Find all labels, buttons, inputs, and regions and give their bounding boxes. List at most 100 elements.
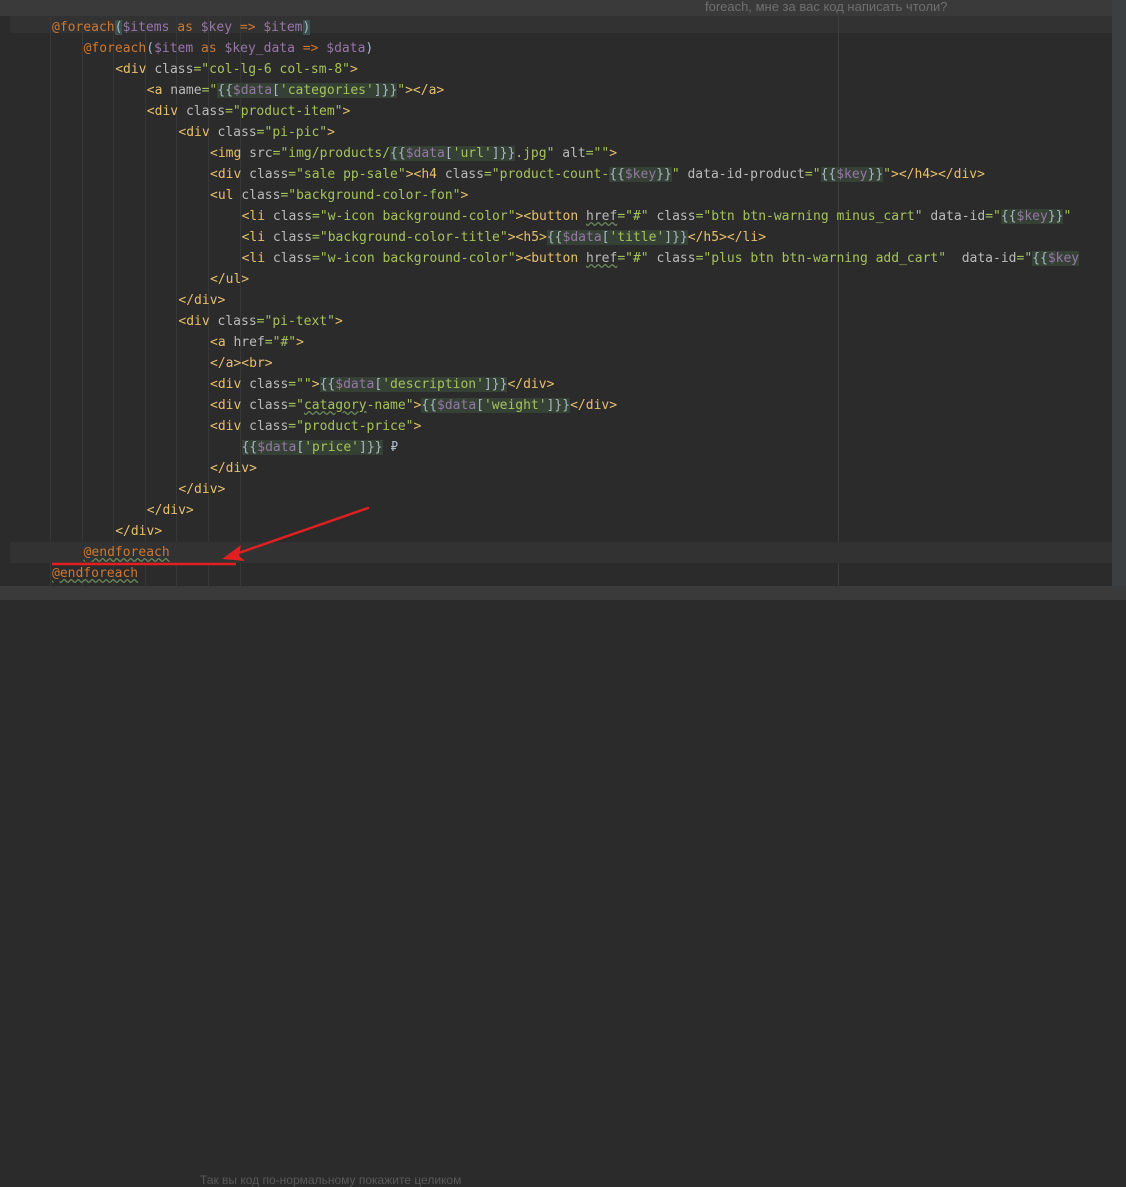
code-token: class — [185, 104, 226, 119]
code-token: <div — [115, 62, 155, 77]
code-token: {{ — [319, 377, 336, 392]
code-line[interactable]: </div> — [10, 479, 225, 500]
code-token: ="w-icon background-color" — [312, 251, 516, 266]
code-line[interactable]: <div class="pi-text"> — [10, 311, 343, 332]
code-line[interactable]: @endforeach — [10, 563, 138, 584]
code-line[interactable]: @endforeach — [10, 542, 1112, 563]
code-token: ></h4></div> — [891, 167, 985, 182]
code-token: > — [311, 377, 320, 392]
code-token: </div> — [178, 293, 226, 308]
code-token: href — [586, 251, 618, 266]
code-line[interactable]: @foreach($items as $key => $item) — [10, 17, 311, 38]
code-line[interactable]: <li class="w-icon background-color"><but… — [10, 206, 1071, 227]
code-token: class — [154, 62, 194, 77]
code-editor[interactable]: @foreach($items as $key => $item) @foreac… — [10, 16, 1112, 586]
code-token: ="pi-pic" — [256, 125, 328, 140]
code-token: 'description' — [382, 377, 484, 392]
code-line[interactable]: <div class="sale pp-sale"><h4 class="pro… — [10, 164, 985, 185]
code-token: href — [586, 209, 618, 224]
code-token: <div — [210, 398, 250, 413]
code-token: class — [241, 188, 281, 203]
code-line[interactable]: <li class="w-icon background-color"><but… — [10, 248, 1080, 269]
code-line[interactable]: <a href="#"> — [10, 332, 304, 353]
code-token: </h5></li> — [687, 230, 767, 245]
code-token: <li — [241, 209, 273, 224]
code-token: ="background-color-title" — [312, 230, 508, 245]
code-line[interactable]: <div class="product-item"> — [10, 101, 351, 122]
code-token: ]}} — [483, 377, 508, 392]
code-line[interactable]: </div> — [10, 458, 257, 479]
code-token: data-id-product — [679, 167, 805, 182]
code-token: </div> — [570, 398, 618, 413]
code-token: </div> — [507, 377, 555, 392]
code-token: $key_data — [224, 41, 295, 56]
code-token: data-id — [922, 209, 986, 224]
code-token: <li — [241, 230, 273, 245]
code-line[interactable]: <div class="col-lg-6 col-sm-8"> — [10, 59, 358, 80]
code-token: <ul — [210, 188, 242, 203]
code-token: > — [334, 314, 343, 329]
code-line[interactable]: <a name="{{$data['categories']}}"></a> — [10, 80, 444, 101]
code-line[interactable]: <div class="catagory-name">{{$data['weig… — [10, 395, 617, 416]
code-token: }} — [656, 167, 672, 182]
code-token: $item — [263, 20, 303, 35]
code-token: ="product-item" — [225, 104, 343, 119]
code-token: <div — [210, 377, 250, 392]
code-token: ="background-color-fon" — [280, 188, 461, 203]
code-token: [ — [476, 398, 484, 413]
code-line[interactable]: <img src="img/products/{{$data['url']}}.… — [10, 143, 617, 164]
code-line[interactable]: <ul class="background-color-fon"> — [10, 185, 468, 206]
code-line[interactable]: <div class="pi-pic"> — [10, 122, 335, 143]
code-token: ="plus btn btn-warning add_cart" — [695, 251, 947, 266]
code-line[interactable]: {{$data['price']}} ₽ — [10, 437, 398, 458]
code-token: </ul> — [210, 272, 250, 287]
code-token: ) — [365, 41, 374, 56]
code-token: > — [413, 419, 422, 434]
code-token: => — [294, 41, 327, 56]
code-token: {{ — [1032, 251, 1048, 266]
code-token: =" — [288, 398, 304, 413]
code-token: {{ — [421, 398, 438, 413]
code-line[interactable]: </div> — [10, 521, 162, 542]
code-token: {{ — [390, 146, 406, 161]
code-line[interactable]: </div> — [10, 290, 225, 311]
code-token: 'categories' — [279, 83, 374, 98]
code-line[interactable]: </ul> — [10, 269, 249, 290]
code-token: ) — [302, 20, 311, 35]
code-token: =" — [985, 209, 1001, 224]
code-token: class — [272, 209, 313, 224]
code-line[interactable]: <li class="background-color-title"><h5>{… — [10, 227, 766, 248]
code-token: class — [444, 167, 484, 182]
code-token: class — [217, 125, 257, 140]
code-token: class — [249, 398, 289, 413]
background-chat-text: foreach, мне за вас код написать чтоли? — [705, 0, 948, 14]
code-token: $data — [232, 83, 273, 98]
code-token: ="" — [288, 377, 312, 392]
code-line[interactable]: </div> — [10, 500, 194, 521]
code-line[interactable]: <div class="product-price"> — [10, 416, 421, 437]
code-token: > — [296, 335, 304, 350]
code-token: ]}} — [491, 146, 516, 161]
code-token: <img — [210, 146, 250, 161]
code-token: <li — [241, 251, 273, 266]
code-line[interactable]: </a><br> — [10, 353, 273, 374]
code-token: $data — [335, 377, 375, 392]
code-token: <div — [210, 167, 250, 182]
code-token: ="pi-text" — [256, 314, 335, 329]
code-token: => — [232, 20, 264, 35]
code-token: class — [249, 167, 289, 182]
code-token: ="#" — [617, 251, 649, 266]
code-token: }} — [867, 167, 884, 182]
code-token: 'price' — [304, 440, 360, 455]
code-line[interactable]: @foreach($item as $key_data => $data) — [10, 38, 374, 59]
code-token: -name" — [366, 398, 414, 413]
code-token: name — [170, 83, 202, 98]
code-token: </a><br> — [210, 356, 273, 371]
code-token: class — [648, 209, 696, 224]
editor-scrollbar[interactable] — [1112, 0, 1126, 600]
code-token: $key — [1016, 209, 1048, 224]
code-line[interactable]: <div class="">{{$data['description']}}</… — [10, 374, 554, 395]
code-token: ="w-icon background-color" — [312, 209, 516, 224]
code-token: $key — [624, 167, 657, 182]
code-token: ><h5> — [507, 230, 547, 245]
